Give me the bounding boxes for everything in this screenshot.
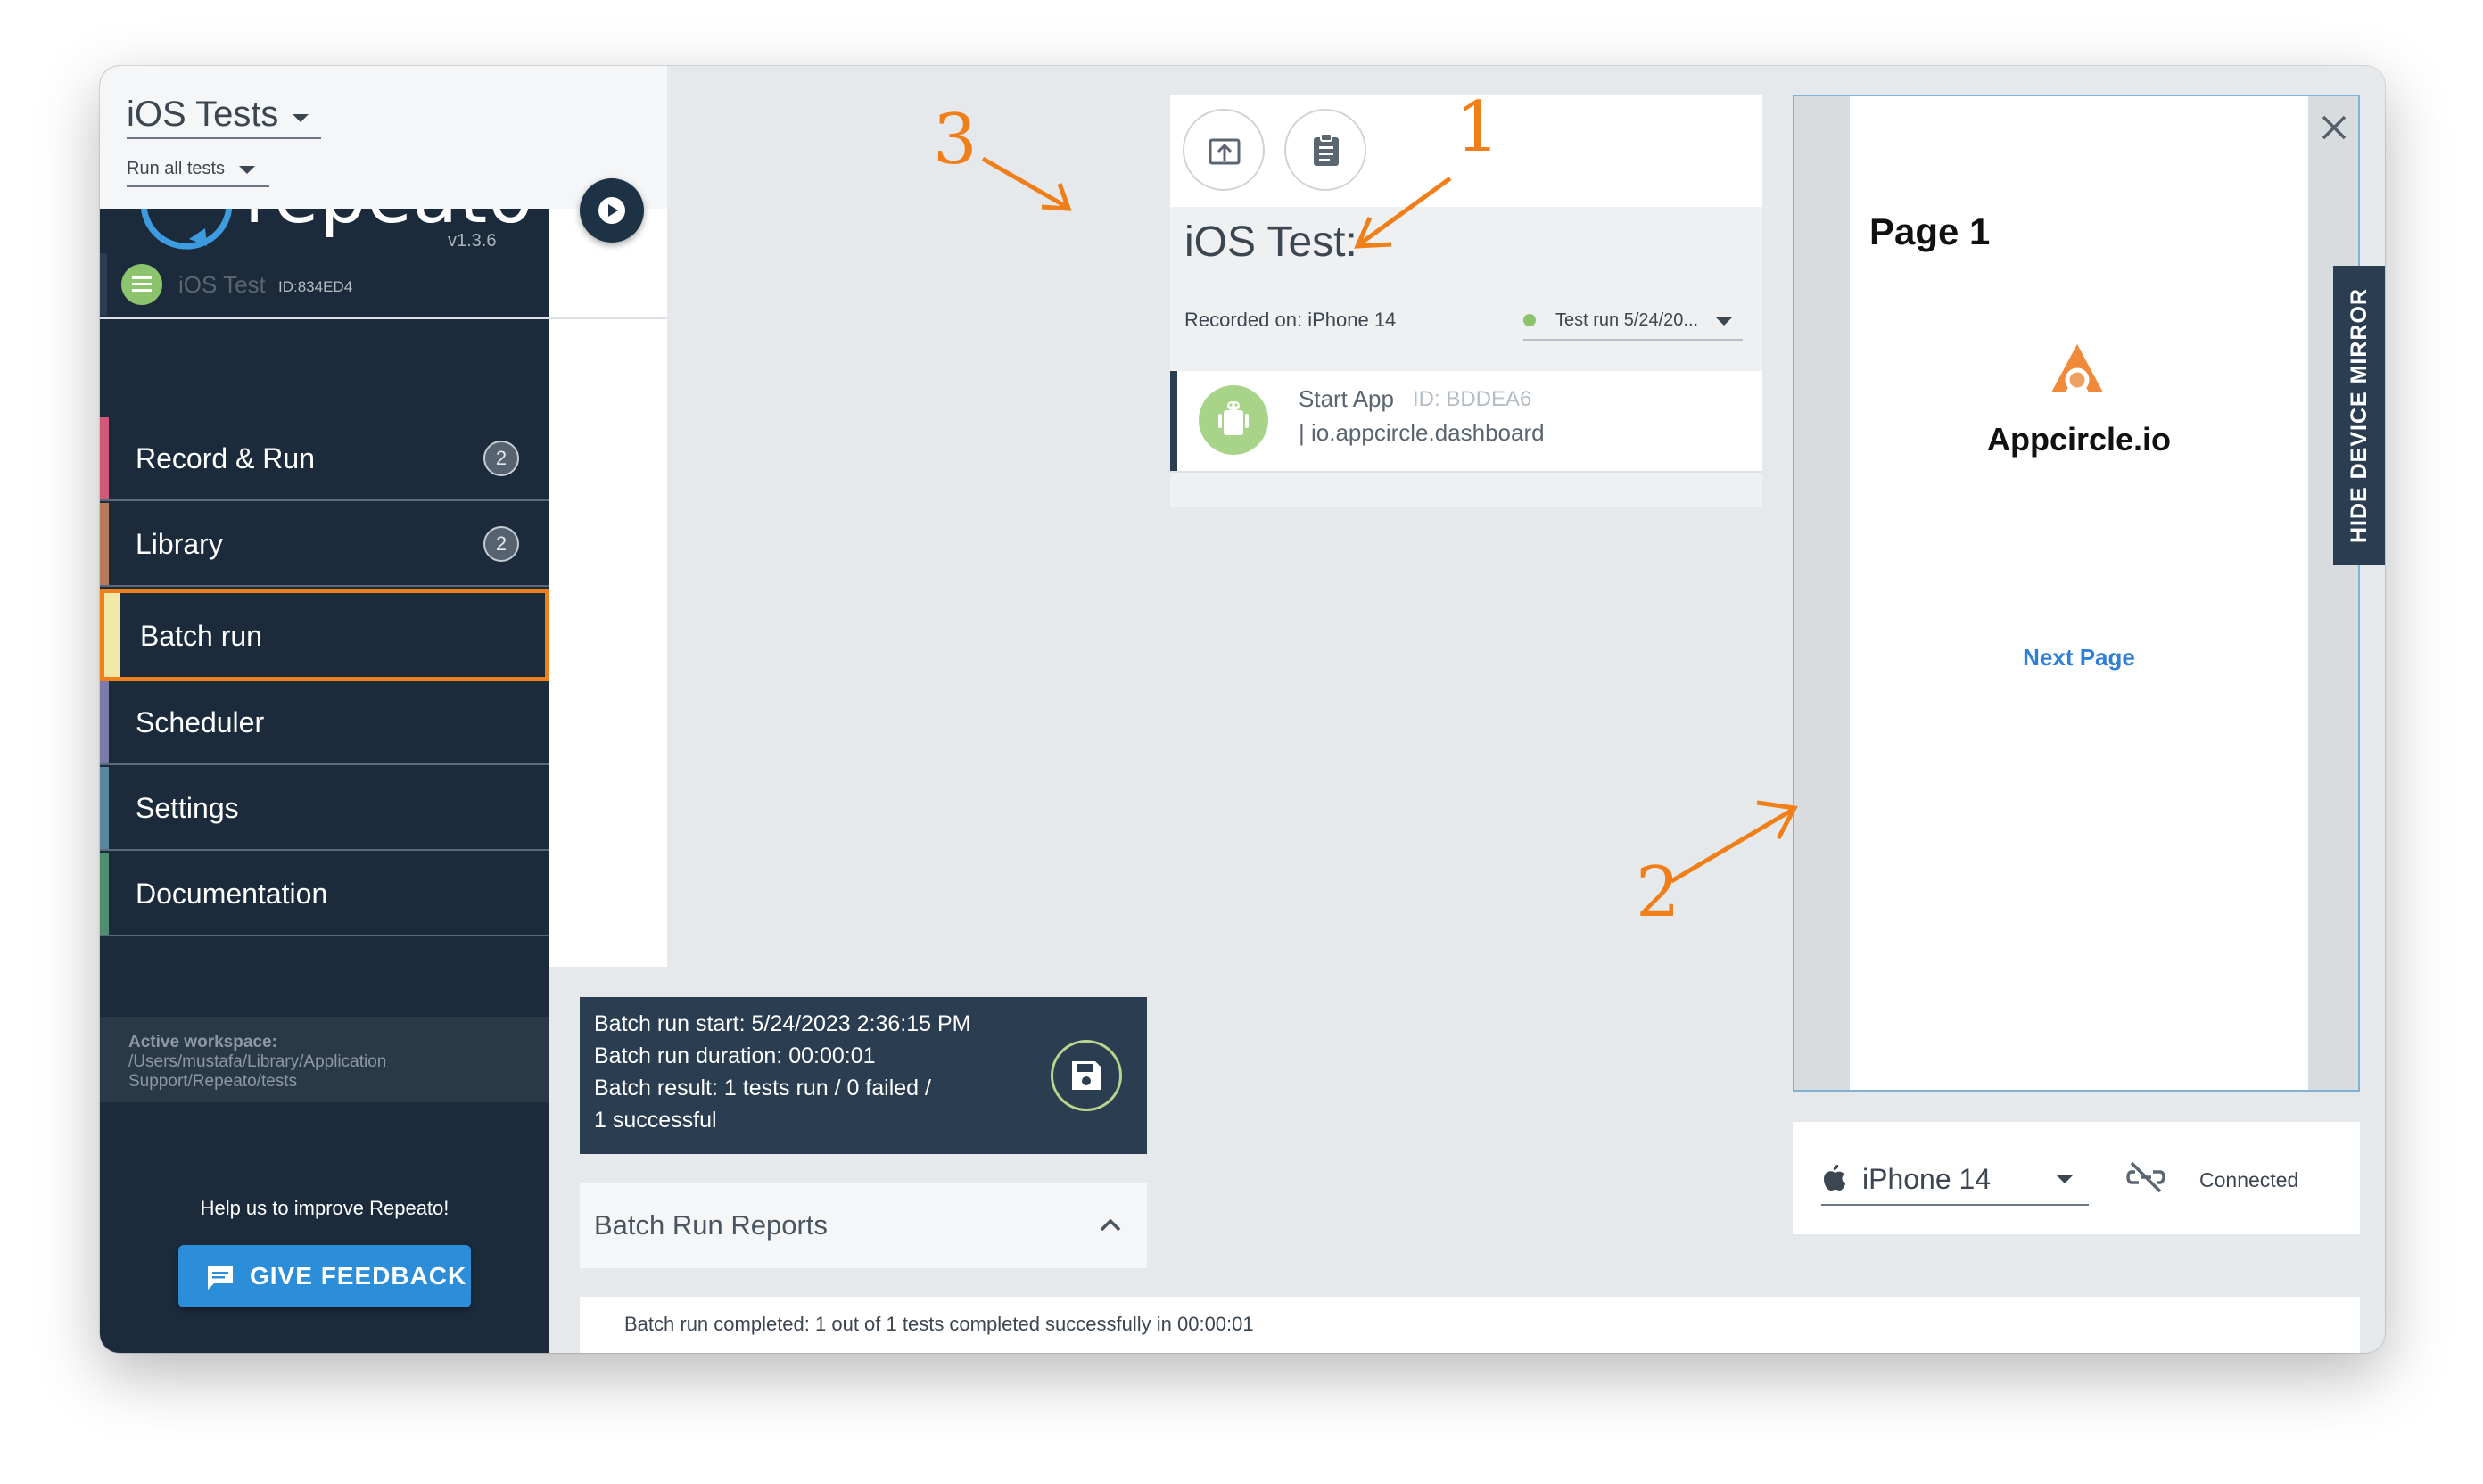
nav-stripe [100, 853, 109, 935]
list-item[interactable]: iOS Test ID:834ED4 [100, 253, 667, 319]
step-id: ID: BDDEA6 [1413, 387, 1532, 411]
nav-documentation[interactable]: Documentation [100, 853, 549, 936]
nav-library[interactable]: Library 2 [100, 503, 549, 587]
give-feedback-button[interactable]: GIVE FEEDBACK [178, 1245, 471, 1307]
app-window: repeato v1.3.6 Record & Run 2 Library 2 … [100, 66, 2385, 1353]
next-page-link[interactable]: Next Page [1850, 644, 2308, 672]
annotation-arrow-1-icon [1354, 176, 1452, 249]
device-bar: iPhone 14 Connected [1793, 1122, 2360, 1234]
connection-status: Connected [2199, 1168, 2299, 1191]
reports-title: Batch Run Reports [594, 1209, 828, 1241]
export-button[interactable] [1183, 109, 1265, 191]
version-label: v1.3.6 [448, 231, 497, 251]
step-item[interactable]: Start App ID: BDDEA6 | io.appcircle.dash… [1170, 371, 1762, 473]
nav-label: Library [136, 528, 223, 560]
status-message: Batch run completed: 1 out of 1 tests co… [624, 1313, 1254, 1335]
test-name: iOS Test [178, 271, 266, 298]
count-badge: 2 [483, 526, 519, 562]
suite-label: iOS Tests [127, 95, 279, 134]
export-icon [1209, 138, 1241, 165]
run-batch-button[interactable] [580, 178, 644, 243]
chevron-up-icon[interactable] [1099, 1216, 1122, 1233]
save-icon [1072, 1061, 1101, 1090]
android-icon [1199, 385, 1268, 455]
annotation-1: 1 [1456, 87, 1500, 168]
test-run-dropdown[interactable]: Test run 5/24/20... [1523, 305, 1743, 341]
batch-run-reports[interactable]: Batch Run Reports [580, 1183, 1147, 1268]
nav-stripe [104, 593, 120, 677]
test-id: ID:834ED4 [278, 278, 353, 295]
nav-label: Batch run [140, 620, 262, 652]
workspace-path: /Users/mustafa/Library/Application [128, 1052, 387, 1071]
status-bar: Batch run completed: 1 out of 1 tests co… [580, 1297, 2360, 1353]
nav-settings[interactable]: Settings [100, 767, 549, 851]
play-icon [598, 197, 625, 224]
phone-screen[interactable]: Page 1 Appcircle.io Next Page [1850, 96, 2308, 1090]
page-title: Page 1 [1869, 210, 1991, 252]
batch-summary: Batch run start: 5/24/2023 2:36:15 PM Ba… [580, 997, 1147, 1154]
nav-label: Documentation [136, 878, 328, 910]
batch-start: Batch run start: 5/24/2023 2:36:15 PM [594, 1011, 971, 1036]
recorded-on: Recorded on: iPhone 14 [1184, 309, 1397, 331]
suite-dropdown[interactable]: iOS Tests [127, 93, 321, 139]
app-name: Appcircle.io [1986, 421, 2172, 458]
nav-label: Settings [136, 792, 239, 824]
test-run-label: Test run 5/24/20... [1555, 310, 1699, 330]
nav-stripe [100, 681, 109, 763]
device-mirror[interactable]: Page 1 Appcircle.io Next Page [1793, 95, 2360, 1092]
clipboard-icon [1314, 133, 1339, 166]
step-name: Start App [1299, 385, 1394, 412]
device-dropdown[interactable]: iPhone 14 [1821, 1154, 2089, 1206]
annotation-arrow-2-icon [1670, 800, 1798, 884]
nav-stripe [100, 767, 109, 849]
selection-bar [1170, 371, 1177, 471]
hide-mirror-label: HIDE DEVICE MIRROR [2347, 287, 2372, 544]
appcircle-logo-icon [2051, 344, 2103, 392]
selection-bar [100, 253, 107, 316]
step-detail: | io.appcircle.dashboard [1299, 419, 1545, 446]
run-mode-dropdown[interactable]: Run all tests [127, 155, 269, 187]
workspace-path-cont: Support/Repeato/tests [128, 1072, 298, 1091]
device-name: iPhone 14 [1862, 1163, 1992, 1195]
active-workspace: Active workspace: /Users/mustafa/Library… [100, 1017, 549, 1102]
nav-label: Scheduler [136, 706, 265, 738]
nav-label: Record & Run [136, 442, 315, 474]
chevron-down-icon [293, 114, 309, 122]
annotation-3: 3 [933, 100, 978, 180]
list-icon [121, 264, 162, 305]
count-badge: 2 [483, 441, 519, 476]
run-mode-label: Run all tests [127, 159, 226, 178]
chevron-down-icon [1716, 317, 1732, 326]
batch-result: Batch result: 1 tests run / 0 failed / [594, 1076, 931, 1101]
apple-icon [1824, 1165, 1845, 1191]
feedback-label: GIVE FEEDBACK [250, 1262, 467, 1290]
link-off-icon[interactable] [2126, 1161, 2165, 1193]
annotation-arrow-3-icon [981, 156, 1072, 211]
nav-stripe [100, 417, 109, 499]
help-text: Help us to improve Repeato! [200, 1197, 450, 1219]
batch-duration: Batch run duration: 00:00:01 [594, 1043, 876, 1068]
nav-batch-run[interactable]: Batch run [100, 589, 549, 681]
nav-scheduler[interactable]: Scheduler [100, 681, 549, 765]
batch-result-cont: 1 successful [594, 1108, 717, 1133]
tests-header: iOS Tests Run all tests [100, 66, 667, 209]
nav-record-run[interactable]: Record & Run 2 [100, 417, 549, 501]
hide-device-mirror-button[interactable]: HIDE DEVICE MIRROR [2333, 266, 2385, 565]
status-dot [1523, 314, 1536, 326]
chevron-down-icon [239, 166, 255, 174]
save-report-button[interactable] [1051, 1040, 1122, 1111]
close-icon[interactable] [2319, 112, 2349, 143]
chat-icon [208, 1266, 233, 1290]
workspace-heading: Active workspace: [128, 1033, 277, 1051]
test-title: iOS Test: [1184, 218, 1357, 266]
nav-stripe [100, 503, 109, 585]
chevron-down-icon [2057, 1175, 2073, 1183]
